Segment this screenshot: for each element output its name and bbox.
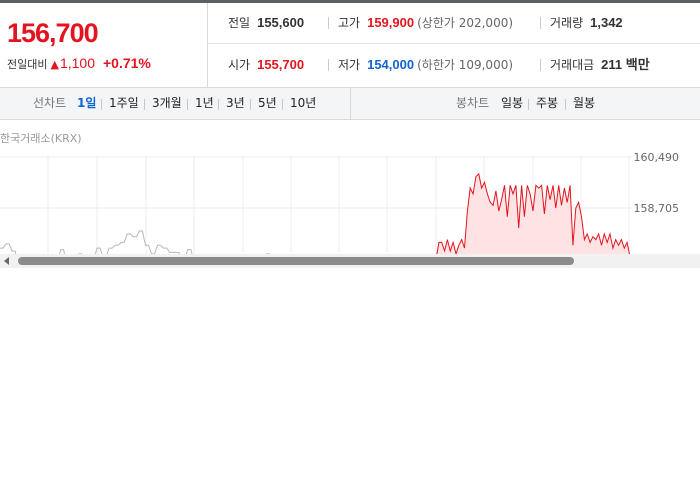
turnover-value: 211 백만: [601, 57, 650, 72]
period-3m-button[interactable]: 3개월: [152, 88, 182, 119]
period-3y-button[interactable]: 3년: [226, 88, 245, 119]
chart-ticks: 160,490 158,705: [634, 151, 680, 215]
divider: [540, 59, 541, 71]
prev-close-cell: 전일 155,600: [228, 3, 304, 43]
quote-row-2: 시가 155,700 저가 154,000 (하한가 109,000) 거래대금 211…: [208, 45, 700, 85]
low-label: 저가: [338, 58, 361, 72]
volume-value: 1,342: [590, 15, 623, 30]
line-chart-label: 선차트: [33, 96, 67, 110]
toolbar-divider: [350, 88, 351, 119]
divider: [328, 59, 329, 71]
open-label: 시가: [228, 58, 251, 72]
high-value: 159,900: [367, 15, 415, 30]
period-1d-button[interactable]: 1일: [77, 88, 96, 119]
current-price: 156,700: [7, 18, 99, 48]
high-cell: 고가 159,900 (상한가 202,000): [338, 3, 513, 43]
candle-weekly-button[interactable]: 주봉: [536, 88, 558, 119]
y-tick-label: 160,490: [634, 151, 680, 164]
divider: [218, 99, 219, 110]
quote-info-grid: 전일 155,600 고가 159,900 (상한가 202,000) 거래량 1,34…: [208, 3, 700, 88]
divider: [565, 99, 566, 110]
low-cell: 저가 154,000 (하한가 109,000): [338, 45, 513, 85]
change-percent: +0.71%: [103, 55, 151, 71]
quote-row-1: 전일 155,600 고가 159,900 (상한가 202,000) 거래량 1,34…: [208, 3, 700, 44]
candle-monthly-button[interactable]: 월봉: [573, 88, 595, 119]
price-chart: 한국거래소(KRX) 160,490 158,705: [0, 120, 700, 260]
divider: [282, 99, 283, 110]
chart-period-toolbar: 선차트 1일 1주일 3개월 1년 3년 5년 10년 봉차트 일봉 주봉 월봉: [0, 88, 700, 120]
prev-close-value: 155,600: [257, 15, 305, 30]
divider: [187, 99, 188, 110]
chart-scroll-thumb[interactable]: [18, 257, 574, 265]
high-label: 고가: [338, 16, 361, 30]
up-arrow-icon: ▲: [50, 58, 59, 71]
lower-limit: (하한가 109,000): [417, 58, 514, 72]
period-5y-button[interactable]: 5년: [258, 88, 277, 119]
price-summary: 156,700 전일대비 ▲1,100 +0.71%: [0, 3, 208, 88]
open-value: 155,700: [257, 57, 305, 72]
price-chart-svg: 160,490 158,705: [0, 151, 680, 260]
divider: [528, 99, 529, 110]
volume-cell: 거래량 1,342: [550, 3, 623, 43]
period-1w-button[interactable]: 1주일: [109, 88, 139, 119]
divider: [328, 17, 329, 29]
open-cell: 시가 155,700: [228, 45, 304, 85]
divider: [540, 17, 541, 29]
change-label: 전일대비: [7, 58, 48, 71]
scroll-left-arrow-icon[interactable]: [4, 257, 9, 265]
turnover-cell: 거래대금 211 백만: [550, 45, 650, 85]
period-10y-button[interactable]: 10년: [290, 88, 316, 119]
divider: [144, 99, 145, 110]
low-value: 154,000: [367, 57, 415, 72]
candle-chart-label: 봉차트: [456, 96, 490, 110]
upper-limit: (상한가 202,000): [417, 16, 514, 30]
candle-daily-button[interactable]: 일봉: [501, 88, 523, 119]
period-1y-button[interactable]: 1년: [195, 88, 214, 119]
turnover-label: 거래대금: [550, 58, 595, 72]
y-tick-label: 158,705: [634, 202, 680, 215]
divider: [250, 99, 251, 110]
volume-label: 거래량: [550, 16, 584, 30]
prev-close-label: 전일: [228, 16, 251, 30]
divider: [101, 99, 102, 110]
change-value: 1,100: [59, 55, 95, 71]
price-change: 전일대비 ▲1,100 +0.71%: [7, 55, 151, 72]
